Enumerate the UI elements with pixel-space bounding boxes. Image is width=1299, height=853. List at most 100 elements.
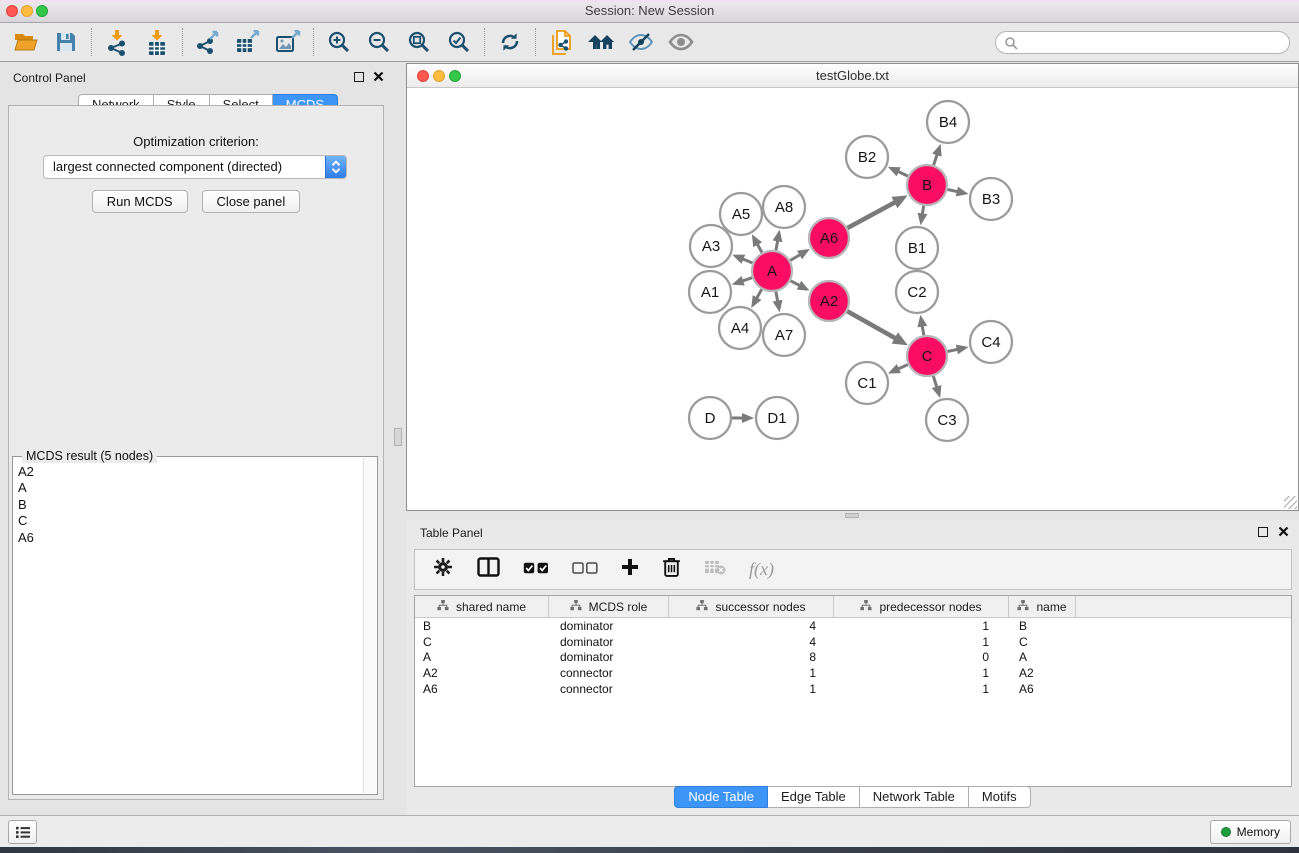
graph-edge-A-A2[interactable] [791,281,800,286]
table-cell[interactable]: 1 [834,666,1009,680]
zoom-out-button[interactable] [359,25,399,59]
tab-node-table[interactable]: Node Table [674,786,768,808]
table-cell[interactable]: A2 [1009,666,1076,680]
table-cell[interactable]: 4 [669,635,834,649]
column-header-MCDS-role[interactable]: MCDS role [549,596,669,617]
tab-network-table[interactable]: Network Table [860,786,969,808]
deselect-all-checks-icon[interactable] [572,561,598,579]
select-all-checks-icon[interactable] [523,561,549,579]
import-network-button[interactable] [97,25,137,59]
table-options-gear-icon[interactable] [432,556,454,583]
graph-edge-B-B1[interactable] [922,206,923,215]
table-cell[interactable]: 0 [834,650,1009,664]
mcds-result-item[interactable]: B [18,497,362,513]
open-session-button[interactable] [6,25,46,59]
float-panel-icon[interactable] [354,72,364,82]
graph-edge-B-B4[interactable] [934,154,938,165]
table-cell[interactable]: 1 [834,635,1009,649]
table-cell[interactable]: A6 [415,682,549,696]
table-cell[interactable]: B [415,619,549,633]
export-network-button[interactable] [188,25,228,59]
mcds-result-item[interactable]: A [18,480,362,496]
add-column-icon[interactable] [621,558,639,581]
search-input[interactable] [1018,34,1289,52]
delete-column-trash-icon[interactable] [662,556,681,583]
table-cell[interactable]: 8 [669,650,834,664]
graph-edge-B-B2[interactable] [898,171,908,176]
ui-settings-button[interactable] [8,820,37,844]
table-cell[interactable]: dominator [549,635,669,649]
table-cell[interactable]: 1 [834,619,1009,633]
memory-button[interactable]: Memory [1210,820,1291,844]
save-session-button[interactable] [46,25,86,59]
show-column-icon[interactable] [477,557,500,582]
graph-edge-A-A6[interactable] [790,255,800,261]
home-view-button[interactable] [581,25,621,59]
window-resize-grip[interactable] [1284,496,1297,509]
tab-edge-table[interactable]: Edge Table [768,786,860,808]
table-cell[interactable]: 1 [834,682,1009,696]
table-cell[interactable]: 1 [669,666,834,680]
graph-edge-A-A1[interactable] [742,278,752,281]
column-header-shared-name[interactable]: shared name [415,596,549,617]
table-cell[interactable]: connector [549,666,669,680]
table-cell[interactable]: A6 [1009,682,1076,696]
export-table-button[interactable] [228,25,268,59]
dropdown-stepper-icon[interactable] [325,155,347,179]
table-cell[interactable]: 4 [669,619,834,633]
hide-selected-button[interactable] [621,25,661,59]
graph-edge-A6-B[interactable] [848,202,896,228]
graph-edge-C-C3[interactable] [933,376,937,388]
close-panel-icon[interactable] [373,71,384,82]
import-table-button[interactable] [137,25,177,59]
table-cell[interactable]: A [1009,650,1076,664]
clone-network-button[interactable] [541,25,581,59]
graph-edge-A-A4[interactable] [757,289,762,298]
table-cell[interactable]: dominator [549,650,669,664]
splitter-grip-horizontal[interactable] [845,513,859,518]
network-minimize-button[interactable] [433,70,445,82]
mcds-result-item[interactable]: A6 [18,530,362,546]
table-cell[interactable]: 1 [669,682,834,696]
table-cell[interactable]: C [1009,635,1076,649]
network-canvas[interactable]: A5A8A6A3AA1A2A4A7B4B2BB3B1C2C4CC1C3DD1 [407,88,1298,510]
optimization-criterion-dropdown[interactable]: largest connected component (directed) [43,155,347,179]
float-table-panel-icon[interactable] [1258,527,1268,537]
table-cell[interactable]: A [415,650,549,664]
graph-edge-A2-C[interactable] [847,311,895,338]
table-cell[interactable]: connector [549,682,669,696]
zoom-selected-button[interactable] [439,25,479,59]
export-image-button[interactable] [268,25,308,59]
column-header-name[interactable]: name [1009,596,1076,617]
mcds-result-item[interactable]: A2 [18,464,362,480]
splitter-grip-vertical[interactable] [394,428,402,446]
table-cell[interactable]: B [1009,619,1076,633]
table-row-A[interactable]: Adominator80A [415,649,1291,665]
graph-edge-A-A7[interactable] [776,292,778,302]
mcds-result-item[interactable]: C [18,513,362,529]
search-box[interactable] [995,31,1290,54]
graph-edge-C-C4[interactable] [948,349,958,351]
maximize-button[interactable] [36,5,48,17]
table-cell[interactable]: C [415,635,549,649]
table-row-A6[interactable]: A6connector11A6 [415,681,1291,697]
graph-edge-A-A8[interactable] [776,240,778,250]
table-cell[interactable]: A2 [415,666,549,680]
network-maximize-button[interactable] [449,70,461,82]
refresh-button[interactable] [490,25,530,59]
graph-edge-C-C1[interactable] [898,365,908,369]
minimize-button[interactable] [21,5,33,17]
close-button[interactable] [6,5,18,17]
graph-edge-A-A5[interactable] [757,244,762,253]
run-mcds-button[interactable]: Run MCDS [92,190,188,213]
table-row-C[interactable]: Cdominator41C [415,634,1291,650]
show-eye-button[interactable] [661,25,701,59]
table-cell[interactable]: dominator [549,619,669,633]
graph-edge-A-A3[interactable] [743,259,753,263]
zoom-fit-button[interactable] [399,25,439,59]
column-header-predecessor-nodes[interactable]: predecessor nodes [834,596,1009,617]
tab-motifs[interactable]: Motifs [969,786,1031,808]
graph-edge-B-B3[interactable] [948,190,958,192]
zoom-in-button[interactable] [319,25,359,59]
table-row-A2[interactable]: A2connector11A2 [415,665,1291,681]
